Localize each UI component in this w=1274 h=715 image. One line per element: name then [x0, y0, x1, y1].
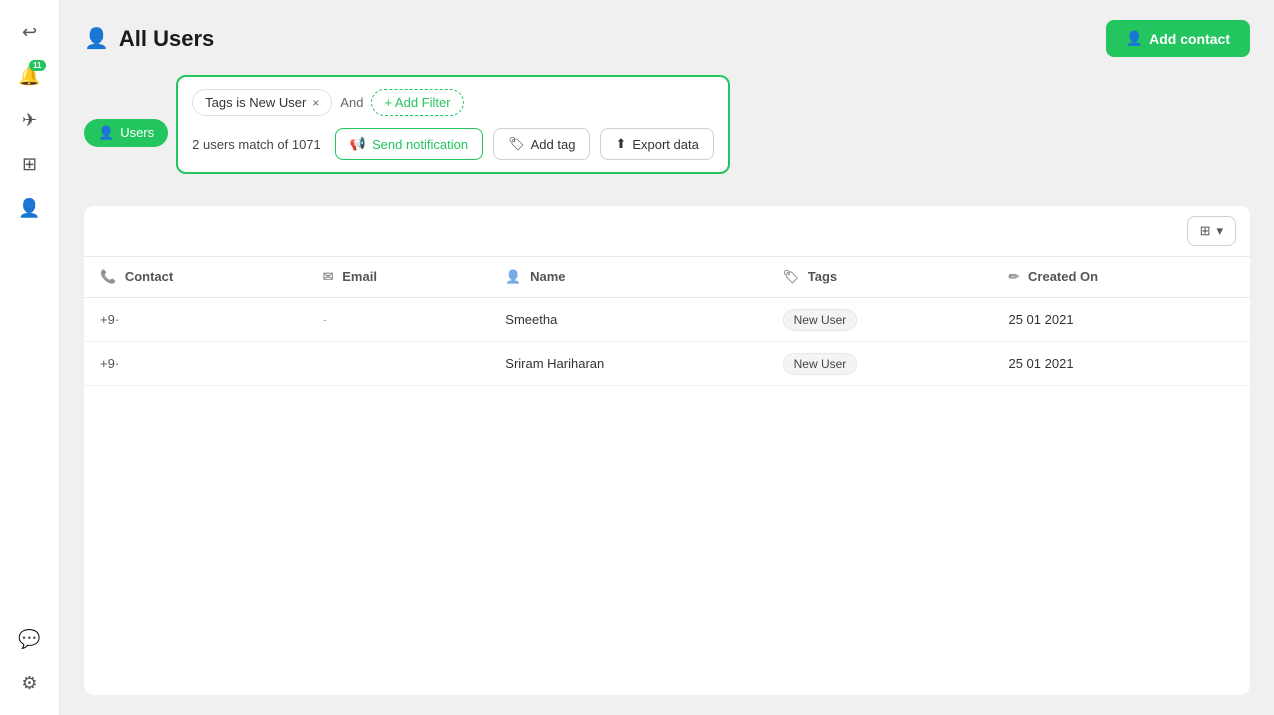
- send-notification-button[interactable]: 📢 Send notification: [335, 128, 483, 160]
- view-toggle-icon: ⊞: [1200, 223, 1211, 239]
- sidebar-icon-settings[interactable]: ⚙: [10, 663, 50, 703]
- notification-badge: 11: [29, 60, 45, 71]
- add-tag-button[interactable]: 🏷 Add tag: [493, 128, 590, 160]
- col-email: ✉ Email: [307, 257, 490, 298]
- view-toggle-button[interactable]: ⊞ ▾: [1187, 216, 1236, 246]
- tag-badge: New User: [783, 309, 858, 331]
- add-contact-icon: 👤: [1126, 30, 1143, 47]
- table-row: +9· - Smeetha New User 25 01 2021: [84, 298, 1250, 342]
- add-filter-label: + Add Filter: [384, 95, 450, 110]
- export-label: Export data: [632, 137, 699, 152]
- col-contact: 📞 Contact: [84, 257, 307, 298]
- filter-chip-tags[interactable]: Tags is New User ×: [192, 89, 332, 116]
- row1-tags: New User: [767, 298, 993, 342]
- row1-contact: +9·: [84, 298, 307, 342]
- col-name: 👤 Name: [489, 257, 766, 298]
- page-header: 👤 All Users 👤 Add contact: [84, 20, 1250, 57]
- col-email-label: Email: [342, 269, 377, 284]
- sidebar-icon-notification[interactable]: 🔔 11: [10, 56, 50, 96]
- settings-icon: ⚙: [21, 673, 37, 694]
- col-name-label: Name: [530, 269, 565, 284]
- highlight-box: Tags is New User × And + Add Filter 2 us…: [176, 75, 730, 174]
- col-contact-label: Contact: [125, 269, 173, 284]
- row2-contact: +9·: [84, 342, 307, 386]
- page-title: All Users: [119, 26, 214, 52]
- row2-created-on: 25 01 2021: [992, 342, 1250, 386]
- chat-icon: 💬: [18, 629, 40, 650]
- view-toggle-chevron: ▾: [1216, 223, 1223, 239]
- add-contact-button[interactable]: 👤 Add contact: [1106, 20, 1250, 57]
- filter-chip-close[interactable]: ×: [312, 96, 319, 110]
- filter-bar: 👤 Users Tags is New User × And + Add Fil…: [84, 75, 1250, 190]
- export-icon: ⬆: [615, 136, 626, 152]
- send-notif-label: Send notification: [372, 137, 468, 152]
- add-tag-icon: 🏷: [508, 136, 525, 152]
- row2-email: [307, 342, 490, 386]
- sidebar-icon-send[interactable]: ✈: [10, 100, 50, 140]
- back-icon: ↩: [22, 22, 37, 43]
- filter-and-label: And: [340, 95, 363, 110]
- page-title-row: 👤 All Users: [84, 26, 214, 52]
- send-notif-icon: 📢: [350, 136, 366, 152]
- table-header: 📞 Contact ✉ Email 👤 Name 🏷 Tags: [84, 257, 1250, 298]
- table-row: +9· Sriram Hariharan New User 25 01 2021: [84, 342, 1250, 386]
- send-icon: ✈: [22, 110, 37, 131]
- sidebar-icon-grid[interactable]: ⊞: [10, 144, 50, 184]
- row2-tags: New User: [767, 342, 993, 386]
- add-contact-label: Add contact: [1149, 31, 1230, 47]
- col-tags: 🏷 Tags: [767, 257, 993, 298]
- export-data-button[interactable]: ⬆ Export data: [600, 128, 713, 160]
- users-tab-label: Users: [120, 125, 154, 140]
- add-filter-button[interactable]: + Add Filter: [371, 89, 463, 116]
- add-tag-label: Add tag: [531, 137, 576, 152]
- grid-icon: ⊞: [22, 154, 37, 175]
- col-created-on: ✏ Created On: [992, 257, 1250, 298]
- filter-tag-row: Tags is New User × And + Add Filter: [192, 89, 714, 116]
- users-icon: 👤: [18, 198, 40, 219]
- main-content: 👤 All Users 👤 Add contact 👤 Users Tags i…: [60, 0, 1274, 715]
- tag-badge: New User: [783, 353, 858, 375]
- created-col-icon: ✏: [1008, 269, 1019, 284]
- match-text: 2 users match of 1071: [192, 137, 321, 152]
- name-col-icon: 👤: [505, 269, 521, 284]
- sidebar-icon-users[interactable]: 👤: [10, 188, 50, 228]
- col-created-on-label: Created On: [1028, 269, 1098, 284]
- users-tab-icon: 👤: [98, 125, 114, 141]
- action-row: 2 users match of 1071 📢 Send notificatio…: [192, 128, 714, 160]
- filter-chip-label: Tags is New User: [205, 95, 306, 110]
- row1-email: -: [307, 298, 490, 342]
- email-col-icon: ✉: [323, 269, 334, 284]
- contact-col-icon: 📞: [100, 269, 116, 284]
- col-tags-label: Tags: [808, 269, 837, 284]
- data-table-wrapper: ⊞ ▾ 📞 Contact ✉ Email 👤 Name: [84, 206, 1250, 695]
- row2-name: Sriram Hariharan: [489, 342, 766, 386]
- users-table: 📞 Contact ✉ Email 👤 Name 🏷 Tags: [84, 257, 1250, 386]
- users-filter-tab[interactable]: 👤 Users: [84, 119, 168, 147]
- tags-col-icon: 🏷: [783, 269, 800, 284]
- row1-name: Smeetha: [489, 298, 766, 342]
- table-header-row: ⊞ ▾: [84, 206, 1250, 257]
- row1-created-on: 25 01 2021: [992, 298, 1250, 342]
- page-title-icon: 👤: [84, 26, 109, 51]
- sidebar: ↩ 🔔 11 ✈ ⊞ 👤 💬 ⚙: [0, 0, 60, 715]
- sidebar-icon-back[interactable]: ↩: [10, 12, 50, 52]
- sidebar-icon-chat[interactable]: 💬: [10, 619, 50, 659]
